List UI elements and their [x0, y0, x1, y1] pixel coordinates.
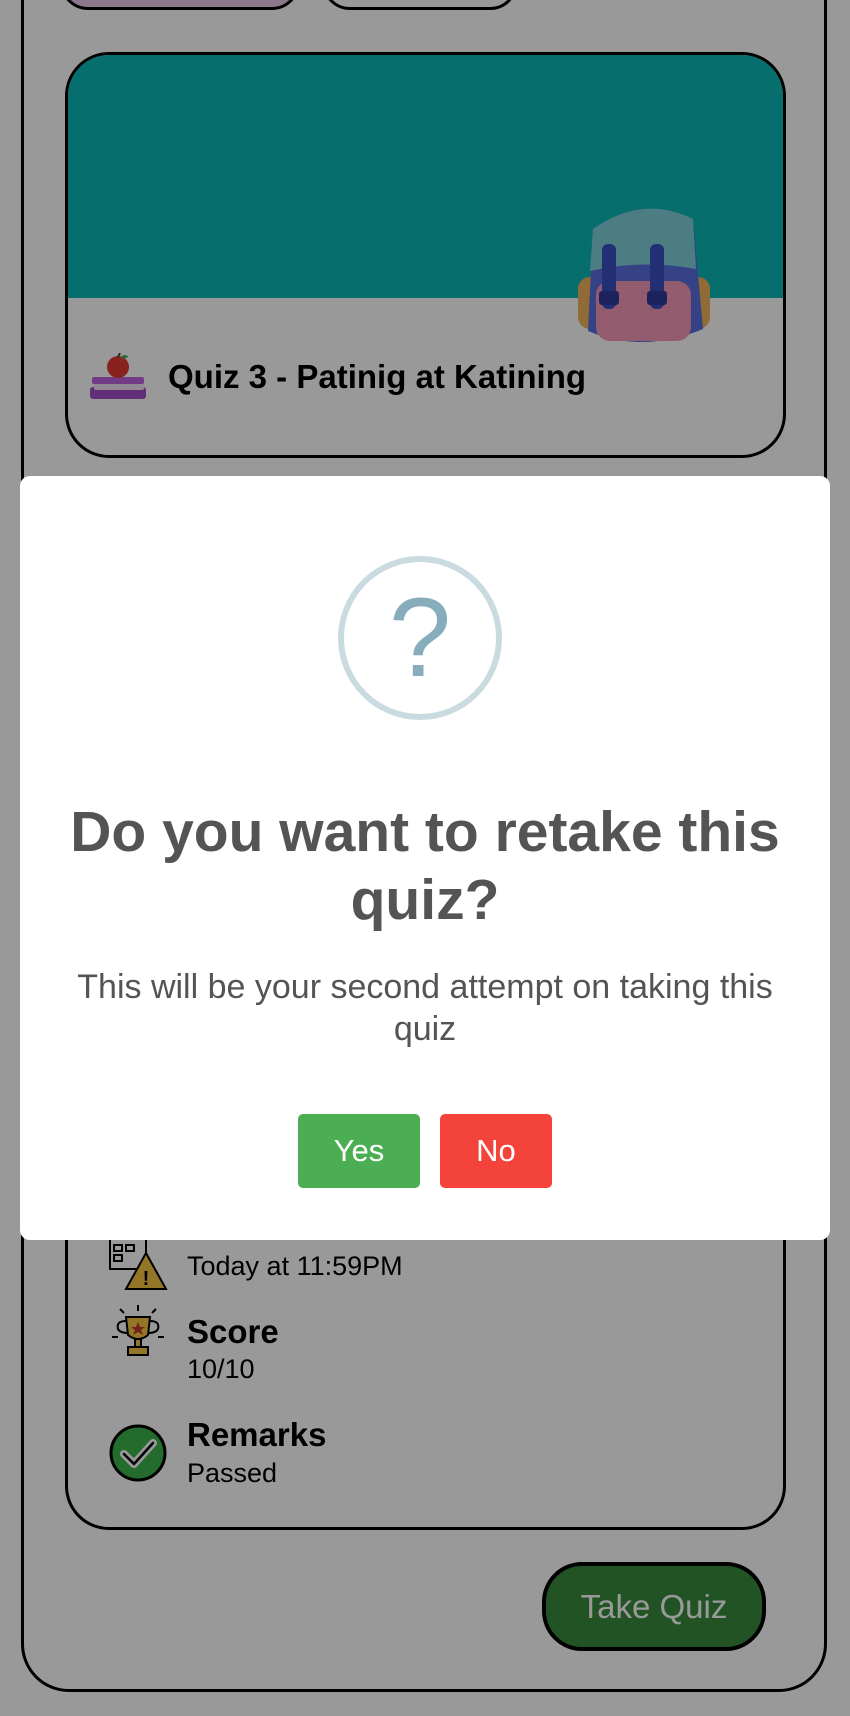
no-button[interactable]: No — [440, 1114, 552, 1188]
dialog-message: This will be your second attempt on taki… — [77, 968, 773, 1048]
question-icon: ? — [338, 556, 502, 720]
dialog-title: Do you want to retake this quiz? — [70, 800, 780, 932]
retake-confirm-dialog: ? Do you want to retake this quiz? This … — [20, 476, 830, 1240]
yes-button[interactable]: Yes — [298, 1114, 420, 1188]
